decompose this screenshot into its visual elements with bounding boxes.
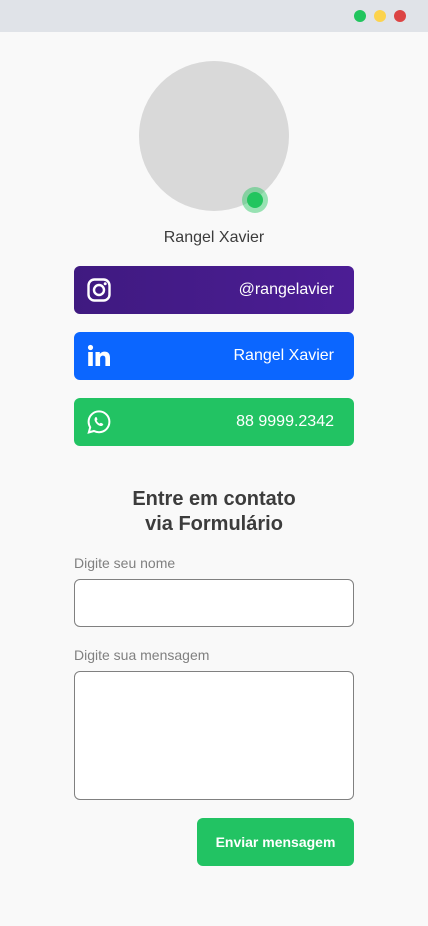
linkedin-link[interactable]: Rangel Xavier (74, 332, 354, 380)
linkedin-name: Rangel Xavier (233, 347, 335, 364)
instagram-icon (86, 277, 112, 303)
linkedin-icon (86, 343, 112, 369)
instagram-handle: @rangelavier (238, 281, 334, 298)
whatsapp-number: 88 9999.2342 (236, 413, 334, 430)
window-maximize-dot[interactable] (354, 10, 366, 22)
whatsapp-icon (86, 409, 112, 435)
instagram-link[interactable]: @rangelavier (74, 266, 354, 314)
message-field-label: Digite sua mensagem (74, 647, 210, 663)
online-status-dot (247, 192, 263, 208)
name-field-label: Digite seu nome (74, 555, 176, 571)
form-title-line-1: Entre em contato (132, 488, 296, 510)
send-message-button[interactable]: Enviar mensagem (197, 818, 354, 866)
form-title-line-2: via Formulário (145, 513, 283, 535)
name-input[interactable] (74, 579, 354, 627)
whatsapp-link[interactable]: 88 9999.2342 (74, 398, 354, 446)
online-status-indicator (242, 187, 268, 213)
avatar (139, 61, 289, 211)
message-input[interactable] (74, 671, 354, 800)
form-title: Entre em contato via Formulário (0, 487, 428, 537)
window-minimize-dot[interactable] (374, 10, 386, 22)
window-close-dot[interactable] (394, 10, 406, 22)
profile-name: Rangel Xavier (163, 229, 265, 246)
window-titlebar (0, 0, 428, 32)
